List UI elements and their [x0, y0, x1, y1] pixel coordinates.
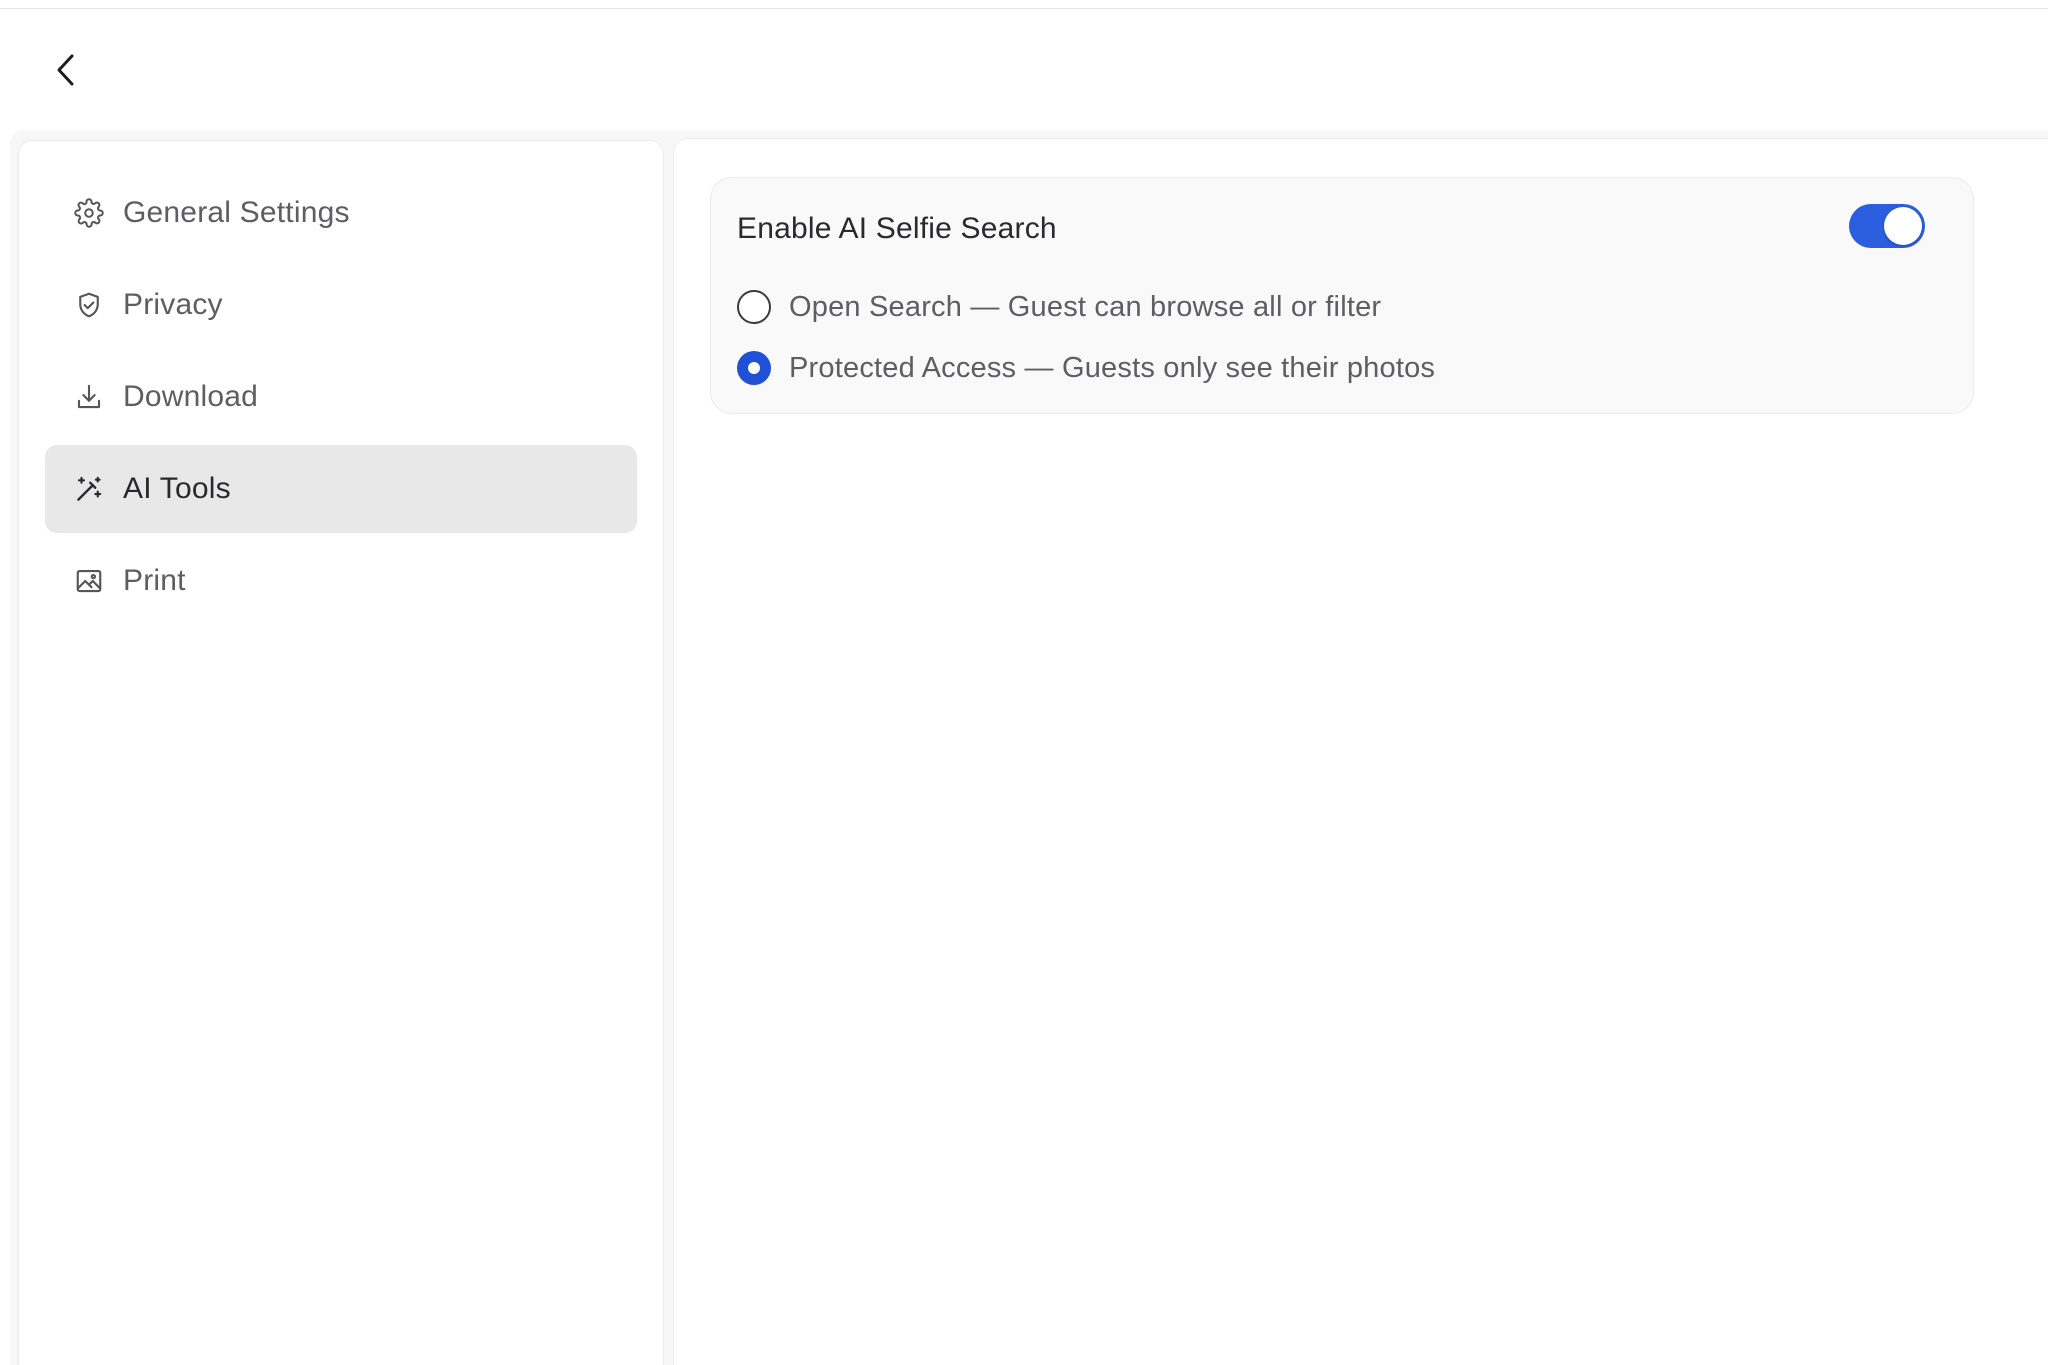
sidebar-item-label: General Settings	[123, 196, 350, 229]
sidebar-item-privacy[interactable]: Privacy	[45, 261, 637, 349]
settings-sidebar: General Settings Privacy Download AI Too…	[18, 140, 664, 1365]
chevron-left-icon	[57, 54, 74, 86]
sidebar-item-label: Download	[123, 380, 259, 413]
sidebar-item-print[interactable]: Print	[45, 537, 637, 625]
radio-option-open-search[interactable]: Open Search — Guest can browse all or fi…	[737, 290, 1381, 324]
shield-check-icon	[73, 289, 105, 321]
sidebar-item-label: Privacy	[123, 288, 223, 321]
back-button[interactable]	[46, 48, 86, 92]
radio-label: Open Search — Guest can browse all or fi…	[789, 290, 1382, 323]
sidebar-item-ai-tools[interactable]: AI Tools	[45, 445, 637, 533]
sidebar-item-label: Print	[123, 564, 186, 597]
sidebar-item-download[interactable]: Download	[45, 353, 637, 441]
gear-icon	[73, 197, 105, 229]
toggle-knob	[1884, 207, 1922, 245]
top-divider	[0, 8, 2048, 9]
radio-option-protected-access[interactable]: Protected Access — Guests only see their…	[737, 351, 1435, 385]
ai-selfie-search-toggle[interactable]	[1849, 204, 1925, 248]
settings-nav: General Settings Privacy Download AI Too…	[45, 169, 637, 629]
ai-selfie-search-card: Enable AI Selfie Search Open Search — Gu…	[710, 177, 1974, 414]
settings-content-panel: Enable AI Selfie Search Open Search — Gu…	[673, 138, 2048, 1365]
magic-wand-icon	[73, 473, 105, 505]
image-icon	[73, 565, 105, 597]
sidebar-item-label: AI Tools	[123, 472, 231, 505]
radio-button[interactable]	[737, 290, 771, 324]
ai-selfie-search-title: Enable AI Selfie Search	[737, 212, 1057, 245]
radio-label: Protected Access — Guests only see their…	[789, 351, 1436, 384]
download-icon	[73, 381, 105, 413]
radio-button-selected[interactable]	[737, 351, 771, 385]
sidebar-item-general-settings[interactable]: General Settings	[45, 169, 637, 257]
